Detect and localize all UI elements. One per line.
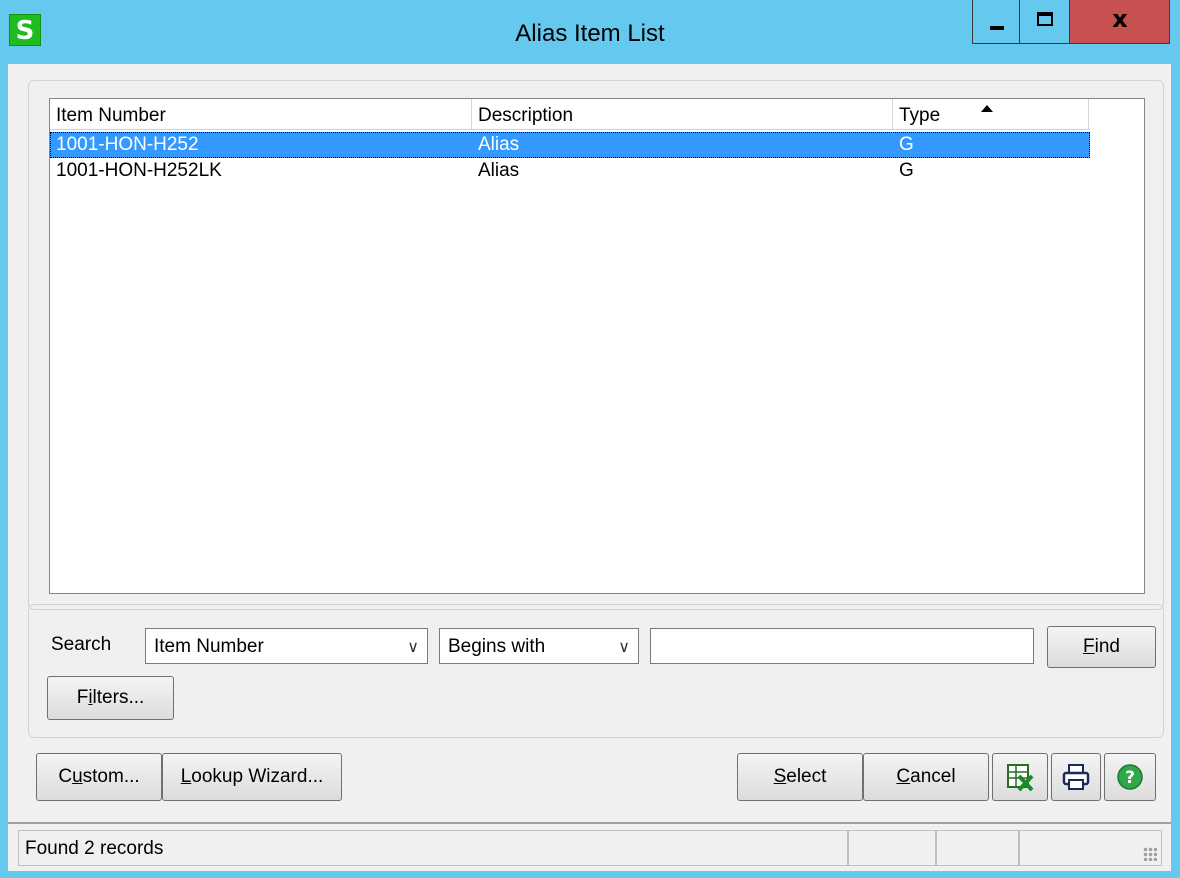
- print-button[interactable]: [1051, 753, 1101, 801]
- svg-text:?: ?: [1125, 768, 1135, 788]
- custom-accel: u: [72, 766, 83, 787]
- filters-label: lters...: [92, 687, 145, 708]
- column-header-type[interactable]: Type: [893, 99, 1089, 130]
- minimize-icon: [990, 26, 1004, 30]
- dialog-client-area: Item Number Description Type 1001-HON-H2…: [8, 64, 1171, 871]
- chevron-down-icon: ∨: [618, 637, 630, 656]
- printer-icon: [1062, 764, 1090, 790]
- cell-item-number: 1001-HON-H252: [56, 134, 199, 155]
- status-pane: [936, 830, 1019, 866]
- custom-label-pre: C: [58, 766, 73, 787]
- close-button[interactable]: x: [1070, 0, 1170, 44]
- column-header-description[interactable]: Description: [472, 99, 893, 130]
- table-row[interactable]: 1001-HON-H252 Alias G: [50, 132, 1090, 158]
- help-icon: ?: [1117, 764, 1143, 790]
- custom-label: stom...: [82, 766, 140, 787]
- cell-description: Alias: [478, 134, 520, 155]
- cancel-label: ancel: [910, 766, 956, 787]
- find-button[interactable]: Find: [1047, 626, 1156, 668]
- search-text-input[interactable]: [650, 628, 1034, 664]
- find-accel: F: [1083, 636, 1095, 657]
- custom-button[interactable]: Custom...: [36, 753, 162, 801]
- select-button[interactable]: Select: [737, 753, 863, 801]
- status-message-pane: Found 2 records: [18, 830, 848, 866]
- list-header: Item Number Description Type: [50, 99, 1144, 131]
- cell-item-number: 1001-HON-H252LK: [56, 160, 222, 181]
- lookup-label: ookup Wizard...: [191, 766, 324, 787]
- resize-grip-icon[interactable]: [1143, 847, 1157, 861]
- cancel-accel: C: [896, 766, 911, 787]
- excel-icon: [1007, 764, 1034, 792]
- alias-item-list-window: S Alias Item List x Item Number Descript…: [0, 0, 1180, 878]
- help-button[interactable]: ?: [1104, 753, 1156, 801]
- table-row[interactable]: 1001-HON-H252LK Alias G: [50, 158, 1090, 184]
- sort-ascending-icon: [981, 105, 993, 112]
- search-field-value: Item Number: [154, 636, 264, 657]
- select-accel: S: [773, 766, 787, 787]
- lookup-wizard-button[interactable]: Lookup Wizard...: [162, 753, 342, 801]
- lookup-accel: L: [180, 766, 192, 787]
- maximize-icon: [1037, 12, 1053, 26]
- select-label: elect: [786, 766, 827, 787]
- column-label: Description: [478, 105, 574, 126]
- status-message: Found 2 records: [25, 838, 164, 859]
- cell-description: Alias: [478, 160, 520, 181]
- search-group-box: [28, 604, 1164, 738]
- cell-type: G: [899, 160, 914, 181]
- item-list-view[interactable]: Item Number Description Type 1001-HON-H2…: [49, 98, 1145, 594]
- column-label: Item Number: [56, 105, 166, 126]
- search-field-dropdown[interactable]: Item Number ∨: [145, 628, 428, 664]
- find-label: ind: [1094, 636, 1120, 657]
- close-icon: x: [1112, 5, 1128, 33]
- filters-button[interactable]: Filters...: [47, 676, 174, 720]
- status-pane: [848, 830, 936, 866]
- chevron-down-icon: ∨: [407, 637, 419, 656]
- cancel-button[interactable]: Cancel: [863, 753, 989, 801]
- column-label: Type: [899, 105, 941, 126]
- search-operator-value: Begins with: [448, 636, 546, 657]
- status-pane: [1019, 830, 1162, 866]
- filters-label-pre: F: [76, 687, 89, 708]
- title-bar[interactable]: S Alias Item List x: [0, 0, 1180, 64]
- export-excel-button[interactable]: [992, 753, 1048, 801]
- minimize-button[interactable]: [972, 0, 1020, 44]
- cell-type: G: [899, 134, 914, 155]
- status-bar: Found 2 records: [8, 822, 1171, 871]
- column-header-item-number[interactable]: Item Number: [50, 99, 472, 130]
- search-operator-dropdown[interactable]: Begins with ∨: [439, 628, 639, 664]
- maximize-button[interactable]: [1020, 0, 1070, 44]
- search-label: Search: [51, 634, 112, 655]
